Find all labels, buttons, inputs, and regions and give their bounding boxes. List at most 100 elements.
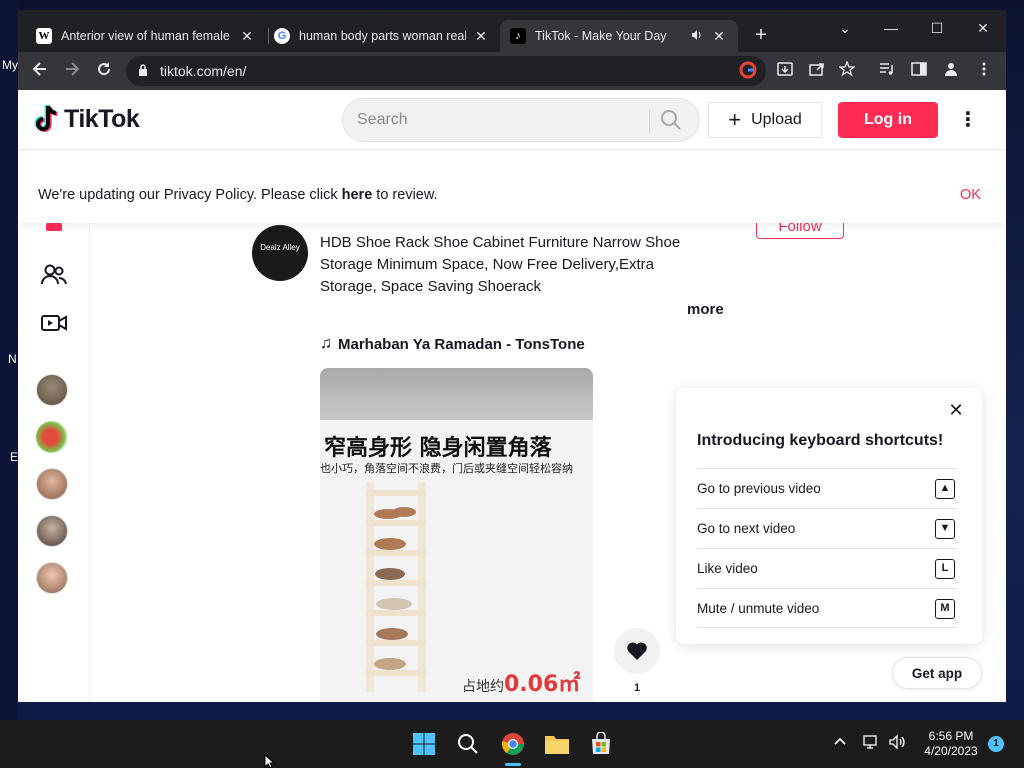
caption-more-link[interactable]: more	[687, 301, 724, 318]
shoe-rack-image	[366, 482, 426, 692]
tab-title: TikTok - Make Your Day	[535, 29, 667, 43]
network-icon[interactable]	[863, 734, 881, 752]
install-app-icon[interactable]	[775, 61, 795, 81]
music-title: Marhaban Ya Ramadan - TonsTone	[338, 335, 585, 353]
browser-window: W Anterior view of human female a ✕ G hu…	[18, 10, 1006, 702]
tiktok-logo[interactable]: TikTok	[34, 104, 140, 134]
shortcut-label: Mute / unmute video	[697, 601, 820, 616]
address-bar[interactable]: tiktok.com/en/	[126, 56, 766, 86]
side-panel-icon[interactable]	[909, 61, 929, 81]
tab-google[interactable]: G human body parts woman real - ✕	[264, 20, 500, 52]
lock-icon	[139, 64, 147, 76]
taskbar-search-button[interactable]	[452, 728, 484, 760]
close-icon[interactable]: ✕	[238, 28, 256, 45]
tab-search-button[interactable]: ⌄	[822, 16, 868, 40]
tab-tiktok[interactable]: ♪ TikTok - Make Your Day ✕	[500, 20, 738, 52]
avatar[interactable]	[36, 421, 68, 453]
close-icon[interactable]: ✕	[948, 401, 964, 419]
live-video-icon[interactable]	[40, 309, 68, 337]
video-subtext: 也小巧，角落空间不浪费，门后或夹缝空间轻松容纳	[320, 462, 573, 475]
shortcut-row: Go to next video ▼	[697, 508, 957, 548]
chrome-menu-icon[interactable]	[974, 61, 994, 81]
new-tab-button[interactable]: +	[749, 24, 773, 47]
bookmark-star-icon[interactable]	[837, 60, 857, 81]
tab-wikipedia[interactable]: W Anterior view of human female a ✕	[26, 20, 266, 52]
search-input[interactable]	[357, 109, 637, 131]
music-link[interactable]: ♫ Marhaban Ya Ramadan - TonsTone	[320, 335, 585, 353]
desktop-icon-label[interactable]: My	[2, 58, 18, 72]
close-window-button[interactable]: ✕	[960, 16, 1006, 40]
privacy-banner: We're updating our Privacy Policy. Pleas…	[18, 151, 1006, 223]
creator-avatar[interactable]: Dealz Alley	[252, 225, 308, 281]
video-area-text: 占地约0.06㎡	[462, 666, 580, 698]
tab-title: human body parts woman real -	[299, 29, 466, 43]
video-blur-top	[320, 368, 593, 420]
forward-button[interactable]	[61, 60, 83, 82]
privacy-link[interactable]: here	[342, 187, 373, 203]
chrome-icon	[502, 733, 524, 755]
video-area-value: 0.06㎡	[504, 672, 581, 697]
search-divider	[649, 109, 650, 133]
tiktok-logo-icon	[34, 104, 58, 132]
get-app-button[interactable]: Get app	[892, 657, 982, 689]
desktop-icon-label[interactable]: N	[8, 352, 17, 366]
avatar[interactable]	[36, 374, 68, 406]
close-icon[interactable]: ✕	[472, 28, 490, 45]
avatar[interactable]	[36, 562, 68, 594]
store-icon	[592, 732, 610, 754]
volume-icon[interactable]	[888, 734, 906, 752]
like-button[interactable]	[614, 628, 660, 674]
back-button[interactable]	[29, 60, 51, 82]
shortcut-row: Like video L	[697, 548, 957, 588]
minimize-button[interactable]: —	[868, 16, 914, 40]
privacy-message: We're updating our Privacy Policy. Pleas…	[38, 187, 438, 203]
close-icon[interactable]: ✕	[710, 28, 728, 45]
page-viewport: TikTok + Upload Log in ⋮ We're updating …	[18, 90, 1006, 702]
heart-icon	[627, 642, 647, 660]
reload-button[interactable]	[93, 60, 115, 82]
chevron-up-icon[interactable]	[831, 734, 849, 752]
browser-toolbar: tiktok.com/en/	[18, 52, 1006, 90]
media-control-icon[interactable]	[877, 61, 897, 81]
side-navigation	[18, 223, 90, 702]
google-translate-icon[interactable]	[738, 61, 758, 81]
maximize-button[interactable]: ☐	[914, 16, 960, 40]
following-icon[interactable]	[40, 261, 68, 289]
video-player[interactable]: 窄高身形 隐身闲置角落 也小巧，角落空间不浪费，门后或夹缝空间轻松容纳 占地约0…	[320, 368, 593, 702]
login-button[interactable]: Log in	[838, 102, 938, 138]
search-button[interactable]	[659, 108, 685, 134]
plus-icon: +	[728, 107, 742, 132]
upload-button[interactable]: + Upload	[708, 102, 822, 138]
shortcuts-title: Introducing keyboard shortcuts!	[697, 432, 944, 449]
desktop-icon-label[interactable]: E	[10, 450, 18, 464]
google-icon: G	[274, 28, 290, 44]
tab-title: Anterior view of human female a	[61, 29, 232, 43]
store-button[interactable]	[585, 728, 617, 760]
shortcut-label: Go to next video	[697, 521, 796, 536]
clock[interactable]: 6:56 PM 4/20/2023	[920, 729, 982, 759]
post-caption: HDB Shoe Rack Shoe Cabinet Furniture Nar…	[320, 234, 681, 295]
privacy-text-after: to review.	[372, 187, 438, 203]
notification-badge[interactable]: 1	[988, 736, 1004, 752]
live-icon[interactable]	[40, 223, 68, 237]
privacy-ok-button[interactable]: OK	[960, 187, 981, 203]
shortcut-label: Go to previous video	[697, 481, 821, 496]
mouse-cursor-icon	[264, 754, 276, 768]
tab-strip: W Anterior view of human female a ✕ G hu…	[18, 10, 1006, 52]
avatar[interactable]	[36, 468, 68, 500]
more-options-icon[interactable]: ⋮	[956, 106, 980, 134]
arrow-left-icon	[32, 62, 46, 76]
speaker-icon[interactable]	[690, 28, 704, 44]
start-button[interactable]	[408, 728, 440, 760]
chrome-taskbar-button[interactable]	[497, 728, 529, 760]
scrollbar[interactable]	[998, 151, 1006, 702]
avatar[interactable]	[36, 515, 68, 547]
wikipedia-icon: W	[36, 28, 52, 44]
file-explorer-button[interactable]	[541, 728, 573, 760]
profile-icon[interactable]	[941, 61, 961, 81]
search-icon	[458, 734, 478, 754]
search-box	[342, 98, 700, 142]
video-area-label: 占地约	[462, 679, 504, 695]
follow-button[interactable]: Follow	[756, 223, 844, 239]
share-icon[interactable]	[807, 61, 827, 81]
